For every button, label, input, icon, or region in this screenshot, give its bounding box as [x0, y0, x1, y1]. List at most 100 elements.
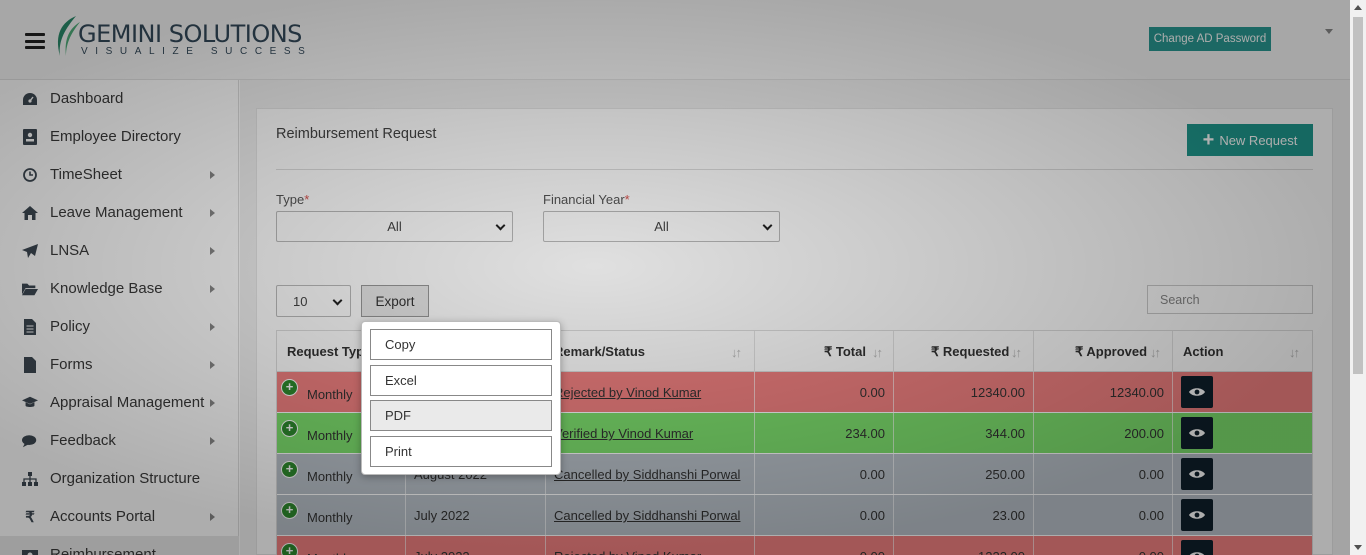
- sidebar-item-organization-structure[interactable]: Organization Structure: [0, 460, 239, 498]
- sitemap-icon: [22, 471, 38, 487]
- page-scrollbar[interactable]: [1350, 0, 1366, 555]
- requested-cell: 23.00: [894, 495, 1034, 536]
- submenu-arrow-icon: [210, 323, 215, 331]
- approved-cell: 12340.00: [1034, 372, 1173, 413]
- header-label: ₹ Total: [824, 344, 866, 359]
- total-amount: 0.00: [860, 549, 893, 555]
- expand-row-icon[interactable]: +: [281, 379, 298, 396]
- change-ad-password-button[interactable]: Change AD Password: [1149, 27, 1271, 51]
- column-header-approved[interactable]: ₹ Approved ↓↑: [1034, 331, 1173, 373]
- folder-open-icon: [22, 281, 38, 297]
- sidebar-item-policy[interactable]: Policy: [0, 308, 239, 346]
- sidebar-item-accounts-portal[interactable]: ₹ Accounts Portal: [0, 498, 239, 536]
- sidebar-item-forms[interactable]: Forms: [0, 346, 239, 384]
- graduation-cap-icon: [22, 395, 38, 411]
- new-request-button[interactable]: + New Request: [1187, 124, 1313, 156]
- status-link[interactable]: Cancelled by Siddhanshi Porwal: [554, 467, 740, 482]
- sidebar-item-label: Knowledge Base: [50, 280, 163, 297]
- title-divider: [276, 169, 1313, 170]
- home-icon: [22, 205, 38, 221]
- export-copy-button[interactable]: Copy: [370, 329, 552, 360]
- sidebar-item-knowledge-base[interactable]: Knowledge Base: [0, 270, 239, 308]
- scrollbar-thumb[interactable]: [1353, 17, 1363, 374]
- sidebar-item-timesheet[interactable]: TimeSheet: [0, 156, 239, 194]
- clock-icon: [22, 167, 38, 183]
- eye-icon: [1189, 429, 1205, 437]
- eye-icon: [1189, 511, 1205, 519]
- search-input[interactable]: Search: [1147, 285, 1313, 314]
- column-header-requested[interactable]: ₹ Requested ↓↑: [894, 331, 1034, 373]
- status-link[interactable]: Cancelled by Siddhanshi Porwal: [554, 508, 740, 523]
- sidebar-item-appraisal-management[interactable]: Appraisal Management: [0, 384, 239, 422]
- type-select[interactable]: All: [276, 211, 513, 242]
- view-button[interactable]: [1181, 540, 1213, 555]
- column-header-remark-status[interactable]: Remark/Status ↓↑: [546, 331, 755, 373]
- sidebar-item-dashboard[interactable]: Dashboard: [0, 80, 239, 118]
- expand-row-icon[interactable]: +: [281, 420, 298, 437]
- approved-cell: 0.00: [1034, 454, 1173, 495]
- approved-cell: 200.00: [1034, 413, 1173, 454]
- table-row[interactable]: + Monthly July 2022 Cancelled by Siddhanshi…: [277, 495, 1312, 536]
- financial-year-select[interactable]: All: [543, 211, 780, 242]
- export-print-button[interactable]: Print: [370, 436, 552, 467]
- period-cell: July 2022: [406, 495, 546, 536]
- sidebar-item-feedback[interactable]: Feedback: [0, 422, 239, 460]
- page-length-select[interactable]: 10: [276, 285, 351, 317]
- hamburger-menu-icon[interactable]: [25, 33, 45, 49]
- sidebar-item-employee-directory[interactable]: Employee Directory: [0, 118, 239, 156]
- export-dropdown-menu: Copy Excel PDF Print: [361, 321, 561, 475]
- sidebar-item-leave-management[interactable]: Leave Management: [0, 194, 239, 232]
- submenu-arrow-icon: [210, 399, 215, 407]
- user-menu-caret-icon[interactable]: [1325, 29, 1333, 34]
- submenu-arrow-icon: [210, 285, 215, 293]
- status-link[interactable]: Rejected by Vinod Kumar: [554, 385, 701, 400]
- table-row[interactable]: +MonthlyJuly 2022 Rejected by Vinod Kumar…: [277, 536, 1312, 555]
- scroll-down-arrow-icon[interactable]: [1354, 545, 1362, 550]
- view-button[interactable]: [1181, 376, 1213, 408]
- approved-amount: 0.00: [1138, 467, 1164, 482]
- status-link[interactable]: Verified by Vinod Kumar: [554, 426, 693, 441]
- submenu-arrow-icon: [210, 171, 215, 179]
- export-excel-button[interactable]: Excel: [370, 365, 552, 396]
- company-logo[interactable]: GEMINI SOLUTIONS VISUALIZE SUCCESS: [54, 16, 305, 60]
- header-label: Remark/Status: [554, 344, 646, 359]
- status-link[interactable]: Rejected by Vinod Kumar: [554, 549, 701, 555]
- requested-amount: 23.00: [992, 508, 1025, 523]
- logo-tagline: VISUALIZE SUCCESS: [81, 46, 313, 57]
- view-button[interactable]: [1181, 499, 1213, 531]
- view-button[interactable]: [1181, 458, 1213, 490]
- total-cell: 0.00: [755, 495, 894, 536]
- dashboard-icon: [22, 91, 38, 107]
- view-button[interactable]: [1181, 417, 1213, 449]
- scroll-up-arrow-icon[interactable]: [1354, 5, 1362, 10]
- sidebar-item-label: Employee Directory: [50, 128, 181, 145]
- sidebar-item-label: Dashboard: [50, 90, 124, 107]
- sidebar-item-label: Organization Structure: [50, 470, 201, 487]
- sidebar-item-label: Reimbursement: [50, 546, 156, 555]
- eye-icon: [1189, 470, 1205, 478]
- export-pdf-button[interactable]: PDF: [370, 400, 552, 431]
- approved-amount: 12340.00: [1109, 385, 1164, 400]
- sidebar-item-reimbursement[interactable]: Reimbursement: [0, 536, 239, 555]
- submenu-arrow-icon: [210, 209, 215, 217]
- sort-icon: ↓↑: [731, 345, 742, 360]
- remark-status-cell: Verified by Vinod Kumar: [546, 413, 755, 454]
- export-button[interactable]: Export: [361, 285, 429, 317]
- expand-row-icon[interactable]: +: [281, 502, 298, 519]
- requested-amount: 344.00: [985, 426, 1025, 441]
- sort-icon: ↓↑: [1150, 345, 1161, 360]
- expand-row-icon[interactable]: +: [281, 461, 298, 478]
- required-mark: *: [304, 192, 310, 207]
- submenu-arrow-icon: [210, 437, 215, 445]
- column-header-total[interactable]: ₹ Total ↓↑: [755, 331, 894, 373]
- submenu-arrow-icon: [210, 361, 215, 369]
- paper-plane-icon: [22, 243, 38, 259]
- action-cell: [1173, 495, 1312, 536]
- sidebar-item-label: Policy: [50, 318, 91, 335]
- sidebar-item-lnsa[interactable]: LNSA: [0, 232, 239, 270]
- sidebar-item-label: TimeSheet: [50, 166, 122, 183]
- expand-row-icon[interactable]: +: [281, 543, 298, 555]
- column-header-action[interactable]: Action ↓↑: [1173, 331, 1312, 373]
- page-length-value: 10: [293, 293, 308, 309]
- requested-amount: 12340.00: [970, 385, 1025, 400]
